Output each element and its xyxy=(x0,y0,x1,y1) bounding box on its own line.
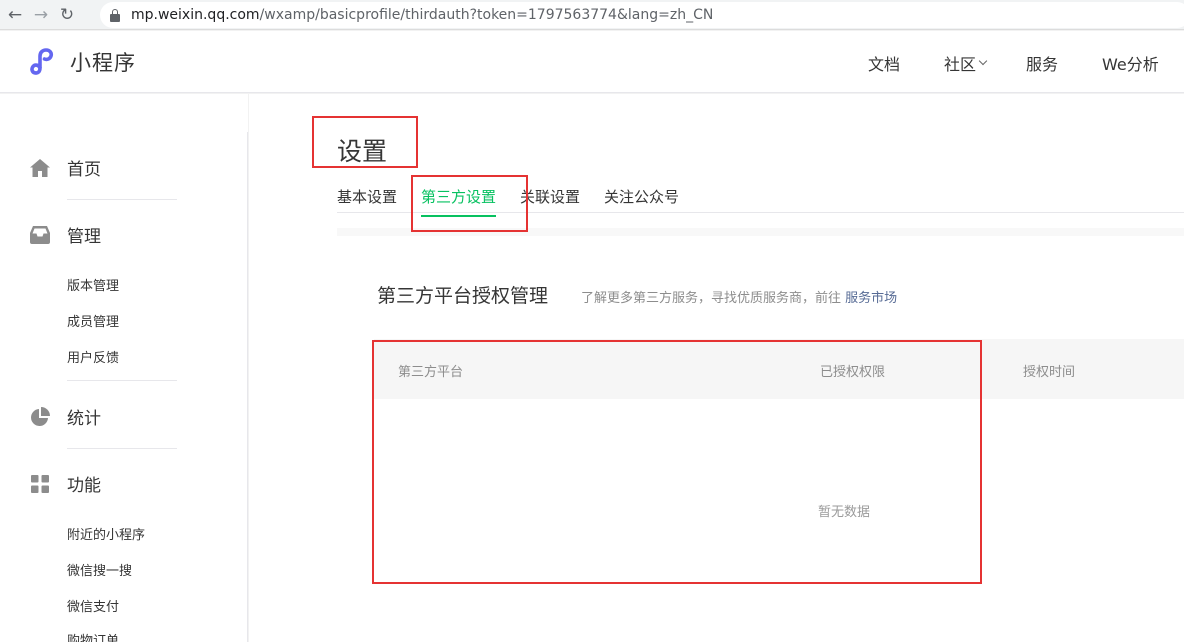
logo-text: 小程序 xyxy=(70,51,136,75)
sidebar-item-home-label: 首页 xyxy=(67,160,101,180)
sidebar-item-wechat-search[interactable]: 微信搜一搜 xyxy=(67,560,132,579)
annotation-box-tab xyxy=(411,175,528,232)
sidebar-item-version-manage[interactable]: 版本管理 xyxy=(67,275,119,294)
service-market-link[interactable]: 服务市场 xyxy=(845,291,897,306)
sidebar-item-member-manage[interactable]: 成员管理 xyxy=(67,311,119,330)
sidebar-item-stats[interactable]: 统计 xyxy=(30,404,101,429)
reload-icon[interactable]: ↻ xyxy=(54,2,80,28)
sidebar-divider xyxy=(67,199,177,200)
sidebar-item-nearby-miniprogram[interactable]: 附近的小程序 xyxy=(67,524,145,543)
chevron-down-icon xyxy=(978,56,988,66)
annotation-box-table xyxy=(372,340,982,584)
nav-community-label: 社区 xyxy=(944,55,977,74)
sidebar-divider xyxy=(67,380,177,381)
url-host: mp.weixin.qq.com xyxy=(131,7,260,23)
sidebar-item-wechat-pay[interactable]: 微信支付 xyxy=(67,596,119,615)
url-path: /wxamp/basicprofile/thirdauth?token=1797… xyxy=(259,7,714,23)
sidebar-divider xyxy=(247,132,248,642)
card-description: 了解更多第三方服务，寻找优质服务商，前往 服务市场 xyxy=(581,287,897,306)
pie-chart-icon xyxy=(30,406,50,427)
nav-docs[interactable]: 文档 xyxy=(868,51,908,75)
sidebar-item-home[interactable]: 首页 xyxy=(30,155,101,180)
sidebar-item-user-feedback[interactable]: 用户反馈 xyxy=(67,347,119,366)
sidebar-item-shopping-orders[interactable]: 购物订单 xyxy=(67,630,119,642)
top-header: 小程序 文档 社区 服务 We分析 xyxy=(0,31,1184,93)
inbox-icon xyxy=(30,225,50,245)
browser-toolbar: ← → ↻ mp.weixin.qq.com/wxamp/basicprofil… xyxy=(0,0,1184,30)
column-header-auth-time: 授权时间 xyxy=(1023,365,1076,380)
logo[interactable]: 小程序 xyxy=(30,47,136,77)
nav-services[interactable]: 服务 xyxy=(1026,51,1066,75)
nav-we-analysis[interactable]: We分析 xyxy=(1102,51,1162,75)
sidebar: 首页 管理 版本管理 成员管理 用户反馈 统计 功能 附近的小程序 微信搜一搜 … xyxy=(0,94,248,642)
annotation-box-title xyxy=(312,116,418,168)
sidebar-item-manage-label: 管理 xyxy=(67,227,101,247)
home-icon xyxy=(30,158,50,178)
address-bar[interactable]: mp.weixin.qq.com/wxamp/basicprofile/thir… xyxy=(100,2,1184,28)
lock-icon xyxy=(110,8,120,22)
url-text[interactable]: mp.weixin.qq.com/wxamp/basicprofile/thir… xyxy=(131,7,713,23)
card-title: 第三方平台授权管理 xyxy=(377,285,549,307)
nav-community[interactable]: 社区 xyxy=(944,51,994,75)
miniprogram-logo-icon xyxy=(30,48,54,75)
sidebar-item-features-label: 功能 xyxy=(67,476,101,496)
forward-arrow-icon[interactable]: → xyxy=(28,2,54,28)
sidebar-item-manage[interactable]: 管理 xyxy=(30,222,101,247)
sidebar-item-stats-label: 统计 xyxy=(67,409,101,429)
sidebar-divider xyxy=(67,448,177,449)
sidebar-item-features[interactable]: 功能 xyxy=(30,471,101,496)
grid-icon xyxy=(30,474,50,494)
back-arrow-icon[interactable]: ← xyxy=(2,2,28,28)
card-description-text: 了解更多第三方服务，寻找优质服务商，前往 xyxy=(581,291,842,306)
